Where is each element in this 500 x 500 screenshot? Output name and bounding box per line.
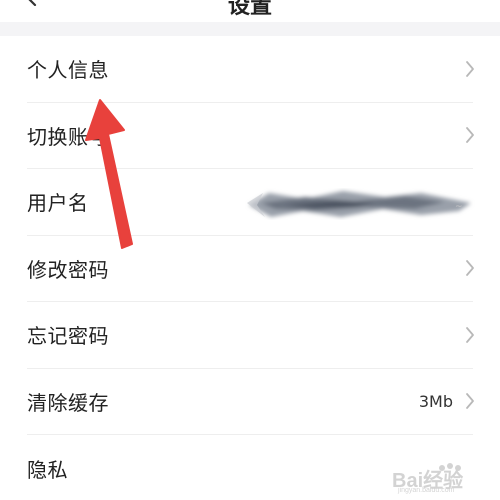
settings-item-label: 清除缓存 [27,390,109,415]
nav-header: 设置 [0,0,500,22]
redacted-username-scribble: ~ [247,191,471,217]
settings-item-label: 切换账号 [27,124,109,149]
settings-item-label: 用户名 [27,191,89,216]
settings-item-label: 忘记密码 [27,324,109,349]
cache-size-value: 3Mb [418,391,453,411]
settings-item-change-password[interactable]: 修改密码 [27,236,474,302]
settings-item-personal-info[interactable]: 个人信息 [27,36,474,103]
settings-item-label: 个人信息 [27,58,109,83]
baidu-jingyan-watermark: Bai经验 jingyan.baidu.com [384,462,494,496]
watermark-domain: jingyan.baidu.com [398,487,455,494]
svg-text:~: ~ [455,202,463,212]
chevron-right-icon [466,393,474,410]
page-title: 设置 [227,0,272,19]
settings-item-forgot-password[interactable]: 忘记密码 [27,302,474,369]
chevron-right-icon [466,127,474,144]
section-gap [0,22,500,36]
settings-item-username[interactable]: 用户名 ~ [27,169,473,236]
settings-screen: 设置 个人信息 切换账号 用户名 ~ 修改密码 忘记密码 清除缓存 3Mb 隐私… [0,0,500,500]
settings-item-label: 修改密码 [27,257,109,282]
settings-list: 个人信息 切换账号 用户名 ~ 修改密码 忘记密码 清除缓存 3Mb 隐私 [0,36,500,500]
settings-item-clear-cache[interactable]: 清除缓存 3Mb [27,369,474,435]
settings-item-switch-account[interactable]: 切换账号 [27,103,474,169]
chevron-right-icon [466,326,474,343]
settings-item-label: 隐私 [27,457,68,482]
chevron-right-icon [466,260,474,277]
chevron-right-icon [466,60,474,77]
